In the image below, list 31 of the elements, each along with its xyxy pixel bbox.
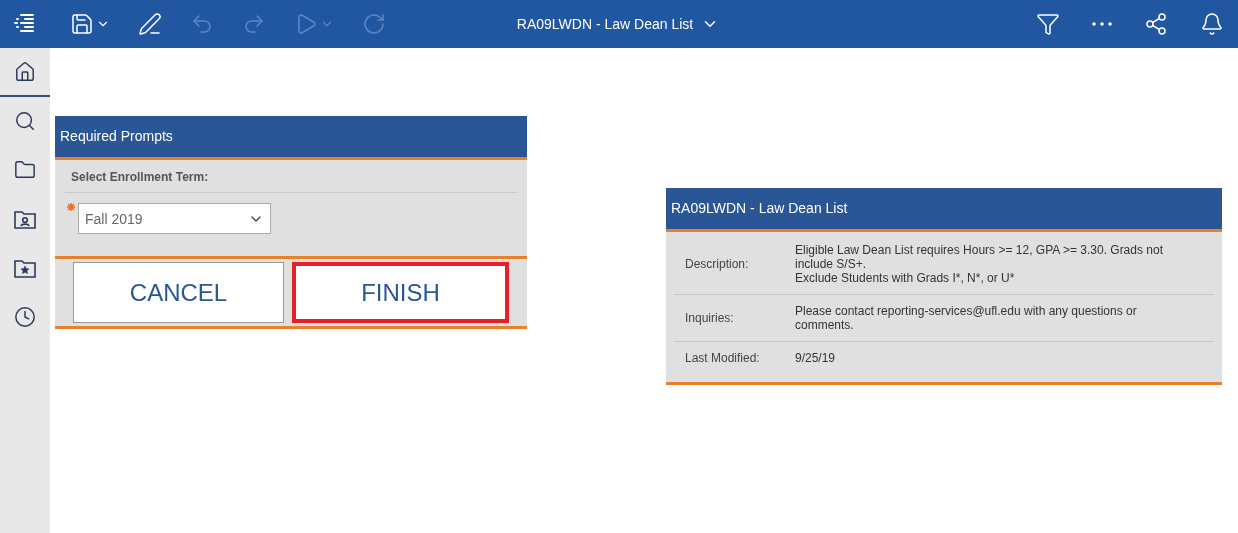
more-icon	[1092, 22, 1112, 26]
redo-icon	[242, 12, 266, 36]
prompt-label: Select Enrollment Term:	[65, 170, 517, 193]
info-label: Inquiries:	[684, 311, 735, 325]
filter-icon	[1036, 12, 1060, 36]
more-button[interactable]	[1090, 20, 1114, 28]
info-label: Last Modified:	[684, 351, 761, 365]
bell-icon	[1200, 12, 1224, 36]
star-folder-icon	[14, 257, 36, 278]
clock-icon	[14, 305, 36, 328]
finish-button[interactable]: FINISH	[292, 262, 509, 323]
panel-title: RA09LWDN - Law Dean List	[666, 188, 1222, 232]
term-select-field[interactable]: Fall 2019	[78, 203, 271, 234]
home-icon	[14, 60, 36, 83]
info-label: Description:	[684, 257, 750, 271]
info-value: 9/25/19	[795, 351, 837, 365]
info-value: Eligible Law Dean List requires Hours >= 12, GPA >= 3.30. Grads not include S/S+. Exclude Students with Grads I*, N*, or U*	[795, 243, 1164, 285]
pencil-icon	[138, 12, 162, 36]
search-icon	[14, 109, 36, 132]
panel-title: Required Prompts	[55, 116, 527, 160]
refresh-icon	[362, 12, 386, 36]
user-folder-icon	[14, 208, 36, 229]
save-icon	[70, 12, 94, 36]
report-title-dropdown[interactable]: RA09LWDN - Law Dean List	[514, 13, 722, 35]
folder-icon	[14, 158, 36, 181]
menu-icon	[12, 13, 36, 35]
share-icon	[1144, 12, 1168, 36]
edit-button[interactable]	[136, 10, 164, 38]
cancel-button[interactable]: CANCEL	[73, 262, 284, 323]
info-value: Please contact reporting-services@ufl.edu with any questions or comments.	[795, 304, 1138, 332]
undo-icon	[190, 12, 214, 36]
